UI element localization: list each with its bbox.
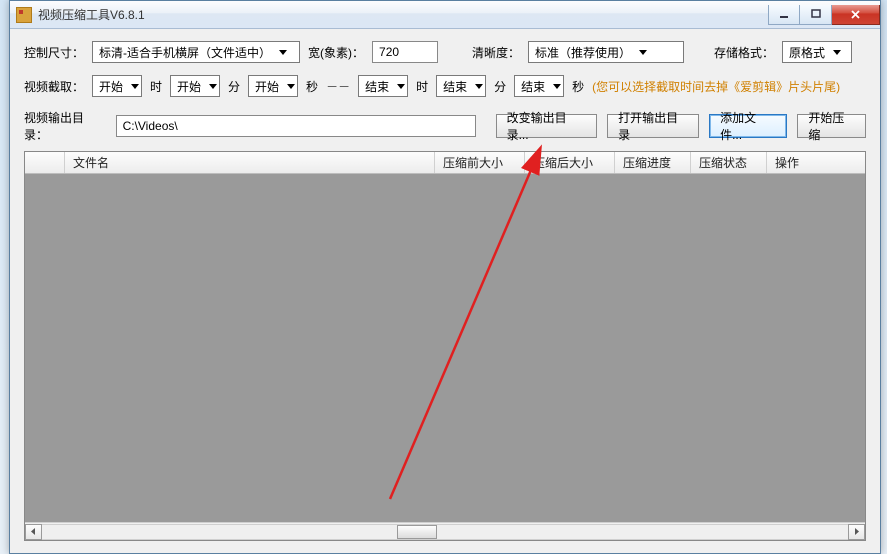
start-sec-dropdown[interactable]: 开始	[248, 75, 298, 97]
titlebar[interactable]: 视频压缩工具V6.8.1	[10, 1, 880, 29]
unit-min: 分	[228, 78, 240, 95]
col-action[interactable]: 操作	[767, 152, 865, 173]
clarity-label: 清晰度：	[472, 44, 520, 61]
row-trim: 视频截取： 开始 时 开始 分 开始 秒 －－ 结束 时 结束 分 结束 秒 (…	[24, 75, 866, 97]
horizontal-scrollbar[interactable]	[25, 522, 865, 540]
start-min-dropdown[interactable]: 开始	[170, 75, 220, 97]
col-filename[interactable]: 文件名	[65, 152, 435, 173]
range-separator: －－	[326, 78, 350, 95]
end-sec-dropdown[interactable]: 结束	[514, 75, 564, 97]
output-path-input[interactable]: C:\Videos\	[116, 115, 476, 137]
width-input[interactable]: 720	[372, 41, 438, 63]
start-compress-button[interactable]: 开始压缩	[797, 114, 866, 138]
unit-sec: 秒	[306, 78, 318, 95]
scroll-thumb[interactable]	[397, 525, 437, 539]
col-before-size[interactable]: 压缩前大小	[435, 152, 525, 173]
chevron-down-icon	[553, 84, 561, 89]
scroll-right-button[interactable]	[848, 524, 865, 540]
trim-label: 视频截取：	[24, 78, 84, 95]
window-title: 视频压缩工具V6.8.1	[38, 6, 145, 23]
start-hour-dropdown[interactable]: 开始	[92, 75, 142, 97]
app-icon	[16, 7, 32, 23]
row-output: 视频输出目录： C:\Videos\ 改变输出目录... 打开输出目录 添加文件…	[24, 109, 866, 143]
width-label: 宽(象素)：	[308, 44, 364, 61]
chevron-down-icon	[639, 50, 647, 55]
output-label: 视频输出目录：	[24, 109, 106, 143]
open-output-button[interactable]: 打开输出目录	[607, 114, 699, 138]
col-after-size[interactable]: 压缩后大小	[525, 152, 615, 173]
chevron-down-icon	[131, 84, 139, 89]
chevron-down-icon	[209, 84, 217, 89]
format-dropdown[interactable]: 原格式	[782, 41, 852, 63]
chevron-down-icon	[833, 50, 841, 55]
end-min-dropdown[interactable]: 结束	[436, 75, 486, 97]
row-size: 控制尺寸： 标清-适合手机横屏（文件适中） 宽(象素)： 720 清晰度： 标准…	[24, 41, 866, 63]
chevron-down-icon	[279, 50, 287, 55]
window-controls	[768, 5, 880, 25]
col-index[interactable]	[25, 152, 65, 173]
list-body[interactable]	[25, 174, 865, 522]
trim-hint: (您可以选择截取时间去掉《爱剪辑》片头片尾)	[592, 78, 840, 95]
maximize-button[interactable]	[800, 5, 832, 25]
end-hour-dropdown[interactable]: 结束	[358, 75, 408, 97]
minimize-button[interactable]	[768, 5, 800, 25]
chevron-down-icon	[475, 84, 483, 89]
size-label: 控制尺寸：	[24, 44, 84, 61]
chevron-down-icon	[397, 84, 405, 89]
change-output-button[interactable]: 改变输出目录...	[496, 114, 598, 138]
unit-hour: 时	[150, 78, 162, 95]
col-status[interactable]: 压缩状态	[691, 152, 767, 173]
app-window: 视频压缩工具V6.8.1 控制尺寸： 标清-适合手机横屏（文件适中） 宽(象素)…	[9, 0, 881, 554]
close-button[interactable]	[832, 5, 880, 25]
unit-hour: 时	[416, 78, 428, 95]
scroll-track[interactable]	[42, 524, 848, 540]
unit-sec: 秒	[572, 78, 584, 95]
file-list: 文件名 压缩前大小 压缩后大小 压缩进度 压缩状态 操作	[24, 151, 866, 541]
content-area: 控制尺寸： 标清-适合手机横屏（文件适中） 宽(象素)： 720 清晰度： 标准…	[10, 29, 880, 553]
size-dropdown[interactable]: 标清-适合手机横屏（文件适中）	[92, 41, 300, 63]
unit-min: 分	[494, 78, 506, 95]
format-label: 存储格式：	[714, 44, 774, 61]
scroll-left-button[interactable]	[25, 524, 42, 540]
add-file-button[interactable]: 添加文件...	[709, 114, 787, 138]
list-header: 文件名 压缩前大小 压缩后大小 压缩进度 压缩状态 操作	[25, 152, 865, 174]
chevron-down-icon	[287, 84, 295, 89]
clarity-dropdown[interactable]: 标准（推荐使用）	[528, 41, 684, 63]
col-progress[interactable]: 压缩进度	[615, 152, 691, 173]
